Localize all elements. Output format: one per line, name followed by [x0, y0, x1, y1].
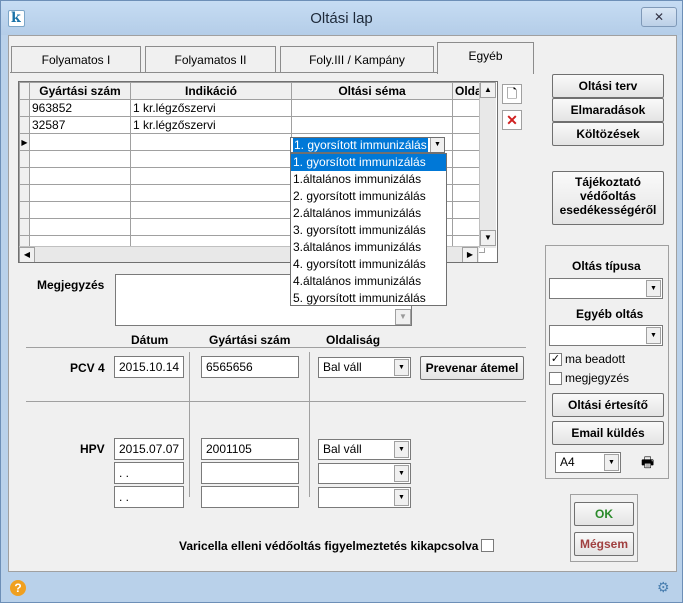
cell-schema[interactable] — [291, 116, 453, 134]
delete-icon[interactable]: ✕ — [502, 110, 522, 130]
scroll-down-icon[interactable]: ▼ — [480, 230, 496, 246]
dropdown-option[interactable]: 4. gyorsított immunizálás — [291, 256, 446, 273]
grid-corner — [19, 82, 30, 100]
note-checkbox[interactable] — [549, 372, 562, 385]
dropdown-option[interactable]: 4.általános immunizálás — [291, 273, 446, 290]
vaccination-type-label: Oltás típusa — [572, 259, 641, 273]
schema-dropdown-list[interactable]: 1. gyorsított immunizálás 1.általános im… — [290, 153, 447, 306]
column-header-serial[interactable]: Gyártási szám — [29, 82, 131, 100]
title-bar: k Oltási lap ✕ — [1, 1, 682, 35]
given-today-checkbox[interactable]: ✓ — [549, 353, 562, 366]
cell-indication[interactable]: 1 kr.légzőszervi — [130, 99, 292, 117]
current-row-indicator: ▶ — [19, 133, 30, 151]
chevron-down-icon[interactable]: ▼ — [430, 138, 444, 152]
tab-egyeb[interactable]: Egyéb — [437, 42, 534, 74]
vaccination-notice-button[interactable]: Oltási értesítő — [552, 393, 664, 417]
tab-folyamatos-2[interactable]: Folyamatos II — [145, 46, 276, 72]
hpv-label: HPV — [80, 442, 105, 456]
table-row[interactable]: 963852 1 kr.légzőszervi — [19, 99, 485, 117]
table-row[interactable]: 32587 1 kr.légzőszervi — [19, 116, 485, 134]
hpv-side-select-1[interactable]: Bal váll ▼ — [318, 439, 411, 460]
note-label: Megjegyzés — [37, 278, 105, 292]
chevron-down-icon[interactable]: ▼ — [646, 280, 661, 297]
cell-indication[interactable]: 1 kr.légzőszervi — [130, 116, 292, 134]
cancel-button[interactable]: Mégsem — [574, 532, 634, 556]
divider — [26, 347, 526, 348]
status-bar: ? ⚙ — [1, 574, 682, 602]
hpv-date-input-2[interactable]: . . — [114, 462, 184, 484]
dropdown-option[interactable]: 5. gyorsított immunizálás — [291, 290, 446, 307]
cell-serial[interactable]: 963852 — [29, 99, 131, 117]
ok-button[interactable]: OK — [574, 502, 634, 526]
relocations-button[interactable]: Költözések — [552, 122, 664, 146]
due-date-info-button[interactable]: Tájékoztató védőoltás esedékességéről — [552, 171, 664, 225]
side-header: Oldaliság — [326, 333, 381, 347]
divider — [309, 352, 310, 497]
date-header: Dátum — [131, 333, 169, 347]
missed-vaccinations-button[interactable]: Elmaradások — [552, 98, 664, 122]
chevron-down-icon[interactable]: ▼ — [394, 441, 409, 458]
scroll-right-icon[interactable]: ▶ — [462, 247, 478, 262]
serial-header: Gyártási szám — [209, 333, 291, 347]
given-today-label: ma beadott — [565, 352, 626, 366]
note-scroll-down-icon[interactable]: ▼ — [395, 309, 411, 325]
hpv-date-input-3[interactable]: . . — [114, 486, 184, 508]
window: k Oltási lap ✕ Folyamatos I Folyamatos I… — [0, 0, 683, 603]
prevenar-transfer-button[interactable]: Prevenar átemel — [420, 356, 524, 380]
pcv-label: PCV 4 — [70, 361, 105, 375]
divider — [189, 352, 190, 497]
other-vaccination-select[interactable]: ▼ — [549, 325, 663, 346]
chevron-down-icon[interactable]: ▼ — [394, 359, 409, 376]
dropdown-option[interactable]: 2. gyorsított immunizálás — [291, 188, 446, 205]
tab-folyamatos-1[interactable]: Folyamatos I — [11, 46, 141, 72]
new-document-icon[interactable]: 🗋 — [502, 84, 522, 104]
chevron-down-icon[interactable]: ▼ — [394, 465, 409, 482]
close-button[interactable]: ✕ — [641, 7, 677, 27]
vaccination-type-select[interactable]: ▼ — [549, 278, 663, 299]
dropdown-option[interactable]: 3.általános immunizálás — [291, 239, 446, 256]
hpv-side-select-3[interactable]: ▼ — [318, 487, 411, 508]
pcv-date-input[interactable]: 2015.10.14 — [114, 356, 184, 378]
chevron-down-icon[interactable]: ▼ — [604, 454, 619, 471]
varicella-label: Varicella elleni védőoltás figyelmezteté… — [179, 539, 479, 553]
send-email-button[interactable]: Email küldés — [552, 421, 664, 445]
pcv-serial-input[interactable]: 6565656 — [201, 356, 299, 378]
scroll-left-icon[interactable]: ◀ — [19, 247, 35, 262]
dropdown-option[interactable]: 1. gyorsított immunizálás — [291, 154, 446, 171]
note-checkbox-label: megjegyzés — [565, 371, 630, 385]
scroll-up-icon[interactable]: ▲ — [480, 82, 496, 98]
client-area: Folyamatos I Folyamatos II Foly.III / Ka… — [8, 35, 677, 572]
varicella-checkbox[interactable] — [481, 539, 494, 552]
help-icon[interactable]: ? — [10, 580, 26, 596]
window-title: Oltási lap — [310, 10, 373, 27]
chevron-down-icon[interactable]: ▼ — [646, 327, 661, 344]
hpv-serial-input-2[interactable] — [201, 462, 299, 484]
hpv-side-select-2[interactable]: ▼ — [318, 463, 411, 484]
cell-serial[interactable]: 32587 — [29, 116, 131, 134]
network-icon: ⚙ — [657, 579, 670, 595]
hpv-date-input-1[interactable]: 2015.07.07 — [114, 438, 184, 460]
vaccination-plan-button[interactable]: Oltási terv — [552, 74, 664, 98]
column-header-indication[interactable]: Indikáció — [130, 82, 292, 100]
cell-schema[interactable] — [291, 99, 453, 117]
hpv-serial-input-1[interactable]: 2001105 — [201, 438, 299, 460]
hpv-serial-input-3[interactable] — [201, 486, 299, 508]
dropdown-option[interactable]: 1.általános immunizálás — [291, 171, 446, 188]
tab-kampany[interactable]: Foly.III / Kampány — [280, 46, 434, 72]
grid-vertical-scrollbar[interactable]: ▲ ▼ — [479, 82, 496, 248]
dropdown-option[interactable]: 2.általános immunizálás — [291, 205, 446, 222]
printer-icon[interactable]: 🖶 — [641, 452, 654, 476]
other-vaccination-label: Egyéb oltás — [576, 307, 644, 321]
divider — [26, 401, 526, 402]
dropdown-option[interactable]: 3. gyorsított immunizálás — [291, 222, 446, 239]
schema-combo-editor[interactable]: 1. gyorsított immunizálás ▼ — [290, 137, 445, 153]
column-header-schema[interactable]: Oltási séma — [291, 82, 453, 100]
paper-size-select[interactable]: A4 ▼ — [555, 452, 621, 473]
chevron-down-icon[interactable]: ▼ — [394, 489, 409, 506]
pcv-side-select[interactable]: Bal váll ▼ — [318, 357, 411, 378]
